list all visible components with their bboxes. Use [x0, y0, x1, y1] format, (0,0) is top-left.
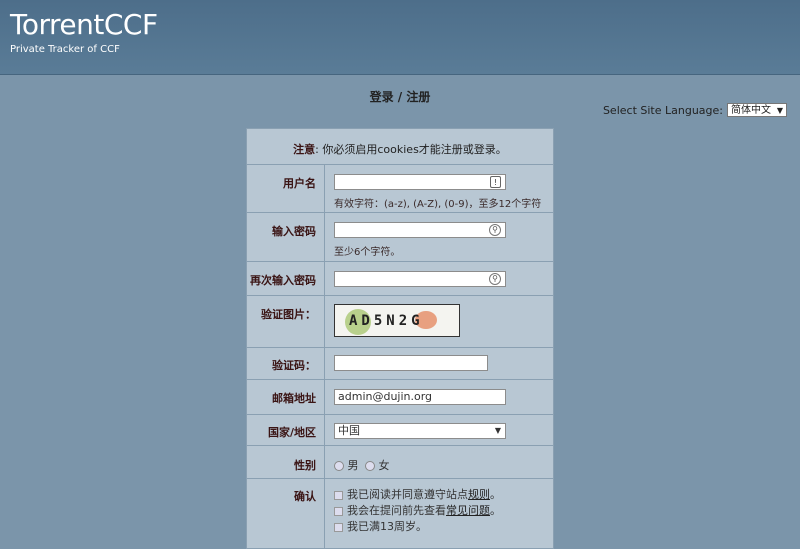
country-cell: 中国 ▼ [324, 414, 554, 446]
language-label: Select Site Language: [602, 103, 723, 117]
site-name[interactable]: TorrentCCF [10, 8, 158, 41]
notice-label: 注意 [293, 143, 316, 156]
captcha-image: AD5N2G [334, 304, 460, 337]
email-input[interactable]: admin@dujin.org [334, 389, 506, 405]
password-cell: ⚲ 至少6个字符。 [324, 212, 554, 262]
captcha-code-input[interactable] [334, 355, 488, 371]
site-slogan: Private Tracker of CCF [10, 44, 120, 55]
confirm-age-checkbox[interactable] [334, 522, 343, 532]
key-icon: ⚲ [489, 273, 501, 285]
username-hint: 有效字符：(a-z), (A-Z), (0-9)，至多12个字符 [334, 199, 542, 210]
site-header: TorrentCCF Private Tracker of CCF [0, 0, 800, 75]
country-select[interactable]: 中国 ▼ [334, 423, 506, 439]
register-form: 注意: 你必须启用cookies才能注册或登录。 用户名 ! 有效字符：(a-z… [246, 128, 554, 549]
dropdown-arrow-icon: ▼ [776, 106, 783, 115]
confirm-rules-row: 我已阅读并同意遵守站点规则。 [334, 487, 553, 503]
username-cell: ! 有效字符：(a-z), (A-Z), (0-9)，至多12个字符 [324, 164, 554, 213]
notice-text: : 你必须启用cookies才能注册或登录。 [315, 143, 507, 156]
cookie-notice: 注意: 你必须启用cookies才能注册或登录。 [246, 128, 554, 165]
key-icon: ⚲ [489, 224, 501, 236]
captcha-code-label: 验证码： [246, 347, 325, 380]
username-label: 用户名 [246, 164, 325, 213]
gender-label: 性别 [246, 445, 325, 479]
username-input[interactable]: ! [334, 174, 506, 190]
gender-female-radio[interactable] [365, 461, 375, 471]
country-label: 国家/地区 [246, 414, 325, 446]
gender-male-label: 男 [347, 459, 359, 472]
confirm-label: 确认 [246, 478, 325, 549]
email-cell: admin@dujin.org [324, 379, 554, 415]
language-select[interactable]: 简体中文 ▼ [727, 103, 787, 117]
confirm-cell: 我已阅读并同意遵守站点规则。 我会在提问前先查看常见问题。 我已满13周岁。 [324, 478, 554, 549]
dropdown-arrow-icon: ▼ [494, 426, 501, 435]
captcha-code-cell [324, 347, 554, 380]
captcha-image-cell: AD5N2G [324, 295, 554, 348]
password-hint: 至少6个字符。 [334, 247, 401, 258]
confirm-faq-checkbox[interactable] [334, 506, 343, 516]
password-again-label: 再次输入密码 [246, 261, 325, 296]
language-selector: Select Site Language: 简体中文 ▼ [603, 103, 787, 117]
captcha-image-label: 验证图片： [246, 295, 325, 348]
gender-female-label: 女 [378, 459, 390, 472]
password-input[interactable]: ⚲ [334, 222, 506, 238]
confirm-age-row: 我已满13周岁。 [334, 519, 553, 535]
language-selected: 简体中文 [731, 105, 771, 116]
faq-link[interactable]: 常见问题 [446, 504, 490, 517]
rules-link[interactable]: 规则 [468, 488, 490, 501]
password-again-input[interactable]: ⚲ [334, 271, 506, 287]
confirm-rules-checkbox[interactable] [334, 490, 343, 500]
info-icon: ! [490, 176, 501, 188]
password-label: 输入密码 [246, 212, 325, 262]
password-again-cell: ⚲ [324, 261, 554, 296]
gender-male-radio[interactable] [334, 461, 344, 471]
confirm-faq-row: 我会在提问前先查看常见问题。 [334, 503, 553, 519]
email-label: 邮箱地址 [246, 379, 325, 415]
gender-cell: 男 女 [324, 445, 554, 479]
